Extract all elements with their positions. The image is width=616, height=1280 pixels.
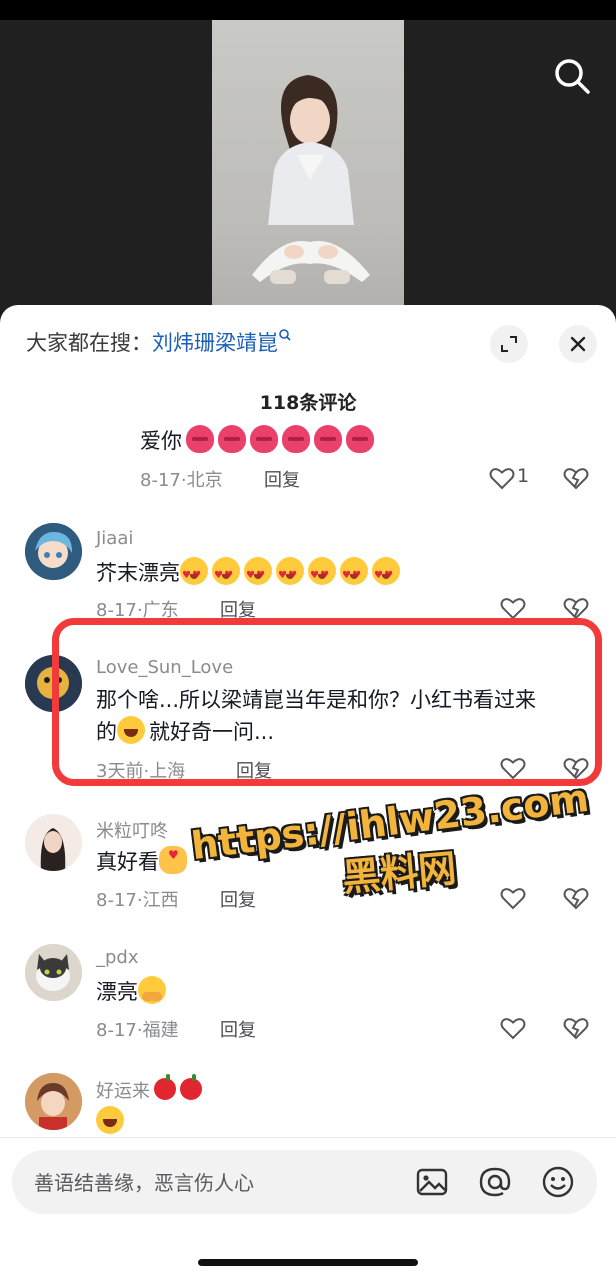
username-text: 好运来 <box>96 1081 150 1102</box>
comment-meta: 8-17·江西 <box>96 886 179 912</box>
comment-input-bar <box>12 1150 597 1214</box>
hugging-emoji <box>138 976 166 1004</box>
reply-button[interactable]: 回复 <box>264 466 300 492</box>
expand-button[interactable] <box>490 325 528 363</box>
finger-heart-emoji <box>159 840 187 874</box>
small-search-icon <box>279 329 291 341</box>
kiss-emoji <box>186 425 214 453</box>
comment-text <box>96 1106 596 1138</box>
comment-location: 福建 <box>142 1020 179 1041</box>
emoji-icon[interactable] <box>540 1164 576 1200</box>
close-button[interactable] <box>559 325 597 363</box>
expand-icon <box>501 336 517 352</box>
watermark-site-name: 黑料网 <box>340 846 459 900</box>
heart-eyes-emoji <box>340 557 368 591</box>
comment-input[interactable] <box>32 1164 396 1202</box>
reply-button[interactable]: 回复 <box>220 1016 256 1042</box>
home-indicator[interactable] <box>198 1259 418 1266</box>
comment-meta: 8-17·福建 <box>96 1016 179 1042</box>
red-apple-emoji <box>180 1074 202 1100</box>
hot-search-term[interactable]: 刘炜珊梁靖崑 <box>152 331 278 355</box>
kiss-emoji <box>282 425 310 453</box>
broken-heart-icon[interactable] <box>562 1014 590 1042</box>
comment-date: 8-17 <box>96 1020 137 1041</box>
red-apple-emoji <box>154 1074 176 1100</box>
heart-icon[interactable] <box>488 464 516 492</box>
status-bar <box>0 0 616 20</box>
comment-location: 江西 <box>142 890 179 911</box>
heart-eyes-emoji <box>244 557 272 591</box>
username[interactable]: Jiaai <box>96 528 133 549</box>
comment-text: 芥末漂亮 <box>96 557 596 591</box>
watermark: https://ihlw23.com 黑料网 <box>189 770 610 900</box>
kiss-emoji <box>218 425 246 453</box>
username[interactable]: 好运来 <box>96 1074 206 1103</box>
comment-meta: 8-17·北京 <box>140 466 223 492</box>
kiss-emoji <box>346 425 374 453</box>
username[interactable]: _pdx <box>96 947 139 968</box>
video-player[interactable] <box>0 20 616 310</box>
comment-text: 爱你 <box>140 425 616 457</box>
close-icon <box>570 336 586 352</box>
comment-date: 8-17 <box>140 470 181 491</box>
video-thumbnail <box>212 20 404 310</box>
comment-location: 北京 <box>186 470 223 491</box>
comment-text-content: 漂亮 <box>96 980 138 1004</box>
kiss-emoji <box>250 425 278 453</box>
comment-text-content: 真好看 <box>96 850 159 874</box>
heart-eyes-emoji <box>212 557 240 591</box>
like-count: 1 <box>517 465 530 487</box>
at-icon[interactable] <box>477 1164 513 1200</box>
username[interactable]: 米粒叮咚 <box>96 817 168 843</box>
input-divider <box>0 1137 616 1138</box>
comment-text: 漂亮 <box>96 976 596 1008</box>
search-icon[interactable] <box>550 54 594 98</box>
avatar[interactable] <box>25 944 82 1001</box>
avatar[interactable] <box>25 814 82 871</box>
heart-eyes-emoji <box>276 557 304 591</box>
hot-search-bar[interactable]: 大家都在搜：刘炜珊梁靖崑 <box>26 327 292 357</box>
broken-heart-icon[interactable] <box>562 464 590 492</box>
heart-icon[interactable] <box>499 1014 527 1042</box>
avatar[interactable] <box>25 523 82 580</box>
heart-eyes-emoji <box>180 557 208 591</box>
comment-text-content: 芥末漂亮 <box>96 561 180 585</box>
comment-count: 118条评论 <box>259 392 357 414</box>
kiss-emoji <box>314 425 342 453</box>
avatar[interactable] <box>25 1073 82 1130</box>
person-figure-image <box>252 75 370 284</box>
comment-text-content: 爱你 <box>140 429 182 453</box>
hot-search-prefix: 大家都在搜： <box>26 331 152 355</box>
highlight-annotation-box <box>52 618 602 786</box>
tears-of-joy-emoji <box>96 1106 124 1134</box>
comment-date: 8-17 <box>96 890 137 911</box>
image-icon[interactable] <box>414 1164 450 1200</box>
heart-eyes-emoji <box>308 557 336 591</box>
heart-eyes-emoji <box>372 557 400 591</box>
